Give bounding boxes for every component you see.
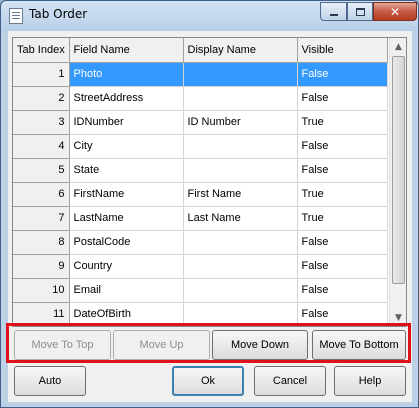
header-row: Tab Index Field Name Display Name Visibl…: [13, 38, 388, 63]
tab-index-cell[interactable]: 6: [13, 182, 70, 207]
visible-cell[interactable]: False: [297, 158, 388, 183]
tab-index-cell[interactable]: 10: [13, 278, 70, 303]
vertical-scrollbar[interactable]: ▲ ▼: [389, 38, 406, 326]
visible-cell[interactable]: False: [297, 230, 388, 255]
field-name-cell[interactable]: FirstName: [69, 182, 184, 207]
visible-cell[interactable]: True: [297, 206, 388, 231]
column-header-tab-index[interactable]: Tab Index: [13, 38, 70, 63]
display-name-cell[interactable]: [183, 230, 298, 255]
minimize-button[interactable]: [320, 2, 347, 21]
display-name-cell[interactable]: [183, 86, 298, 111]
visible-cell[interactable]: False: [297, 278, 388, 303]
field-name-cell[interactable]: Photo: [69, 62, 184, 87]
tab-index-cell[interactable]: 7: [13, 206, 70, 231]
tab-index-cell[interactable]: 3: [13, 110, 70, 135]
field-name-cell[interactable]: State: [69, 158, 184, 183]
table-row[interactable]: 7 LastName Last Name True: [13, 206, 388, 231]
tab-index-cell[interactable]: 8: [13, 230, 70, 255]
cancel-button[interactable]: Cancel: [254, 366, 326, 396]
maximize-button[interactable]: [347, 2, 373, 21]
display-name-cell[interactable]: [183, 158, 298, 183]
close-button[interactable]: ✕: [373, 2, 417, 21]
visible-cell[interactable]: False: [297, 62, 388, 87]
window-title: Tab Order: [29, 7, 88, 21]
table-row[interactable]: 8 PostalCode False: [13, 230, 388, 255]
ok-button[interactable]: Ok: [172, 366, 244, 396]
display-name-cell[interactable]: [183, 254, 298, 279]
tab-index-cell[interactable]: 1: [13, 62, 70, 87]
dialog-app-icon: [9, 8, 23, 24]
table-row[interactable]: 3 IDNumber ID Number True: [13, 110, 388, 135]
tab-order-table: Tab Index Field Name Display Name Visibl…: [13, 38, 388, 326]
field-name-cell[interactable]: City: [69, 134, 184, 159]
auto-button[interactable]: Auto: [14, 366, 86, 396]
field-name-cell[interactable]: IDNumber: [69, 110, 184, 135]
visible-cell[interactable]: False: [297, 86, 388, 111]
title-bar[interactable]: Tab Order ✕: [1, 1, 418, 31]
visible-cell[interactable]: True: [297, 110, 388, 135]
display-name-cell[interactable]: ID Number: [183, 110, 298, 135]
visible-cell[interactable]: True: [297, 182, 388, 207]
table-row[interactable]: 1 Photo False: [13, 62, 388, 87]
visible-cell[interactable]: False: [297, 254, 388, 279]
tab-index-cell[interactable]: 4: [13, 134, 70, 159]
scroll-thumb[interactable]: [392, 56, 405, 284]
visible-cell[interactable]: False: [297, 134, 388, 159]
tab-order-grid[interactable]: Tab Index Field Name Display Name Visibl…: [12, 37, 407, 327]
tab-index-cell[interactable]: 5: [13, 158, 70, 183]
scroll-up-icon[interactable]: ▲: [390, 38, 406, 55]
table-row[interactable]: 2 StreetAddress False: [13, 86, 388, 111]
tab-order-window: Tab Order ✕ Tab Index Field Name Display…: [0, 0, 419, 408]
maximize-icon: [355, 7, 365, 16]
table-row[interactable]: 6 FirstName First Name True: [13, 182, 388, 207]
table-row[interactable]: 4 City False: [13, 134, 388, 159]
tab-index-cell[interactable]: 9: [13, 254, 70, 279]
column-header-display-name[interactable]: Display Name: [183, 38, 298, 63]
display-name-cell[interactable]: Last Name: [183, 206, 298, 231]
table-row[interactable]: 9 Country False: [13, 254, 388, 279]
table-row[interactable]: 5 State False: [13, 158, 388, 183]
display-name-cell[interactable]: [183, 278, 298, 303]
minimize-icon: [329, 13, 338, 16]
close-icon: ✕: [389, 4, 401, 19]
display-name-cell[interactable]: First Name: [183, 182, 298, 207]
help-button[interactable]: Help: [334, 366, 406, 396]
display-name-cell[interactable]: [183, 134, 298, 159]
field-name-cell[interactable]: Email: [69, 278, 184, 303]
field-name-cell[interactable]: LastName: [69, 206, 184, 231]
column-header-visible[interactable]: Visible: [297, 38, 388, 63]
field-name-cell[interactable]: StreetAddress: [69, 86, 184, 111]
display-name-cell[interactable]: [183, 62, 298, 87]
field-name-cell[interactable]: Country: [69, 254, 184, 279]
table-row[interactable]: 10 Email False: [13, 278, 388, 303]
dialog-client-area: Tab Index Field Name Display Name Visibl…: [6, 31, 412, 402]
column-header-field-name[interactable]: Field Name: [69, 38, 184, 63]
move-buttons-highlight: [6, 323, 411, 363]
tab-index-cell[interactable]: 2: [13, 86, 70, 111]
field-name-cell[interactable]: PostalCode: [69, 230, 184, 255]
